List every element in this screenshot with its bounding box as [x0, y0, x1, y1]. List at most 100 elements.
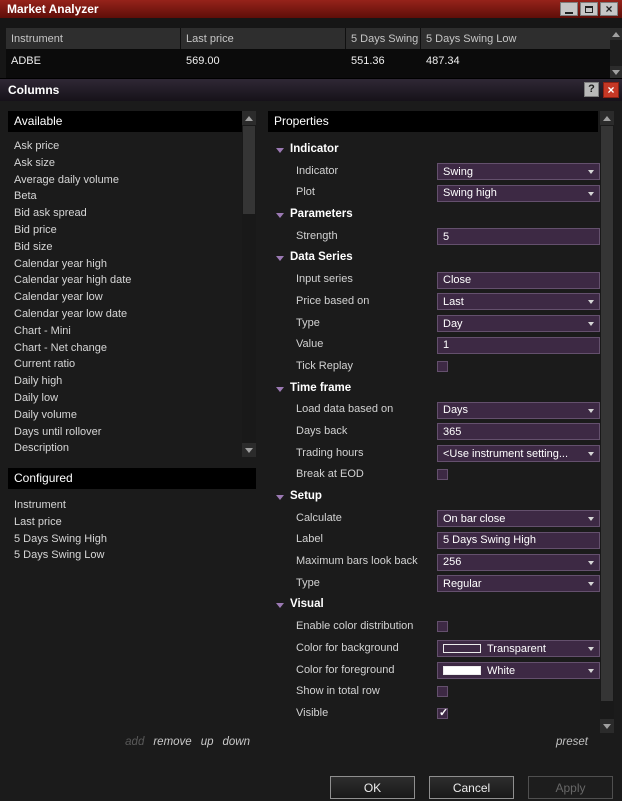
section-data-series[interactable]: Data Series	[268, 247, 598, 269]
scroll-down-button[interactable]	[600, 719, 614, 733]
section-time-frame[interactable]: Time frame	[268, 378, 598, 400]
properties-scrollbar[interactable]	[600, 111, 614, 733]
available-scrollbar[interactable]	[242, 111, 256, 457]
market-analyzer-titlebar[interactable]: Market Analyzer ×	[0, 0, 622, 18]
break-at-eod-checkbox[interactable]: ✓	[437, 469, 448, 480]
scroll-down-button[interactable]	[610, 66, 622, 78]
configured-item[interactable]: 5 Days Swing Low	[8, 547, 256, 564]
property-label: Color for foreground	[296, 660, 394, 682]
price-based-on-dropdown[interactable]: Last	[437, 293, 600, 310]
close-icon: ×	[605, 3, 612, 15]
tick-replay-checkbox[interactable]: ✓	[437, 361, 448, 372]
available-item[interactable]: Bid ask spread	[8, 205, 242, 222]
strength-input[interactable]	[437, 228, 600, 245]
remove-button[interactable]: remove	[153, 736, 191, 748]
available-item[interactable]: Ask size	[8, 155, 242, 172]
chevron-down-icon	[588, 409, 594, 413]
dropdown-value: Transparent	[487, 643, 546, 655]
enable-color-distribution-checkbox[interactable]: ✓	[437, 621, 448, 632]
table-row[interactable]: ADBE 569.00 551.36 487.34	[6, 50, 610, 72]
available-item[interactable]: Current ratio	[8, 356, 242, 373]
available-item[interactable]: Average daily volume	[8, 172, 242, 189]
input-series-input[interactable]	[437, 272, 600, 289]
available-item[interactable]: Days until rollover	[8, 424, 242, 441]
value-input[interactable]	[437, 337, 600, 354]
dropdown-value: Days	[443, 404, 468, 416]
show-in-total-row-checkbox[interactable]: ✓	[437, 686, 448, 697]
trading-hours-dropdown[interactable]: <Use instrument setting...	[437, 445, 600, 462]
property-label: Price based on	[296, 291, 369, 313]
help-button[interactable]: ?	[584, 82, 599, 97]
move-up-button[interactable]: up	[201, 736, 214, 748]
check-icon: ✓	[439, 709, 447, 718]
available-item[interactable]: Description	[8, 440, 242, 454]
load-data-based-on-dropdown[interactable]: Days	[437, 402, 600, 419]
available-item[interactable]: Calendar year low date	[8, 306, 242, 323]
dialog-close-button[interactable]: ×	[603, 82, 619, 98]
column-header-5-days-swing-high[interactable]: 5 Days Swing High	[346, 28, 421, 49]
scroll-up-button[interactable]	[242, 111, 256, 125]
calculate-dropdown[interactable]: On bar close	[437, 510, 600, 527]
available-item[interactable]: Beta	[8, 188, 242, 205]
move-down-button[interactable]: down	[223, 736, 251, 748]
minimize-button[interactable]	[560, 2, 578, 16]
table-scrollbar[interactable]	[610, 28, 622, 78]
scroll-up-button[interactable]	[600, 111, 614, 125]
restore-button[interactable]	[580, 2, 598, 16]
transparent-color-swatch	[443, 644, 481, 653]
scroll-down-icon	[603, 724, 611, 729]
indicator-dropdown[interactable]: Swing	[437, 163, 600, 180]
property-label: Strength	[296, 226, 338, 248]
available-item[interactable]: Calendar year high date	[8, 272, 242, 289]
scrollbar-thumb[interactable]	[243, 126, 255, 214]
available-item[interactable]: Bid price	[8, 222, 242, 239]
color-for-background-dropdown[interactable]: Transparent	[437, 640, 600, 657]
section-parameters[interactable]: Parameters	[268, 204, 598, 226]
available-item[interactable]: Calendar year low	[8, 289, 242, 306]
preset-link[interactable]: preset	[278, 736, 588, 748]
dropdown-value: Day	[443, 318, 463, 330]
property-label: Show in total row	[296, 681, 380, 703]
scrollbar-thumb[interactable]	[601, 126, 613, 701]
available-item[interactable]: Calendar year high	[8, 256, 242, 273]
available-item[interactable]: Chart - Mini	[8, 323, 242, 340]
property-row-load-data-based-on: Load data based on Days	[268, 399, 598, 421]
property-row-maximum-bars-look-back: Maximum bars look back 256	[268, 551, 598, 573]
dialog-titlebar[interactable]: Columns ? ×	[0, 79, 622, 101]
section-visual[interactable]: Visual	[268, 594, 598, 616]
column-header-instrument[interactable]: Instrument	[6, 28, 181, 49]
scroll-down-button[interactable]	[242, 443, 256, 457]
column-header-5-days-swing-low[interactable]: 5 Days Swing Low	[421, 28, 610, 49]
chevron-down-icon	[588, 322, 594, 326]
label-input[interactable]	[437, 532, 600, 549]
data-series-type-dropdown[interactable]: Day	[437, 315, 600, 332]
plot-dropdown[interactable]: Swing high	[437, 185, 600, 202]
configured-item[interactable]: Instrument	[8, 497, 256, 514]
add-button[interactable]: add	[125, 736, 144, 748]
available-item[interactable]: Ask price	[8, 138, 242, 155]
setup-type-dropdown[interactable]: Regular	[437, 575, 600, 592]
window-close-button[interactable]: ×	[600, 2, 618, 16]
configured-item[interactable]: Last price	[8, 514, 256, 531]
section-setup[interactable]: Setup	[268, 486, 598, 508]
available-item[interactable]: Daily high	[8, 373, 242, 390]
section-title: Data Series	[290, 247, 353, 269]
available-item[interactable]: Chart - Net change	[8, 340, 242, 357]
cancel-button[interactable]: Cancel	[429, 776, 514, 799]
property-row-series-type: Type Day	[268, 313, 598, 335]
configured-item[interactable]: 5 Days Swing High	[8, 531, 256, 548]
apply-button[interactable]: Apply	[528, 776, 613, 799]
available-item[interactable]: Daily volume	[8, 407, 242, 424]
available-item[interactable]: Bid size	[8, 239, 242, 256]
visible-checkbox[interactable]: ✓	[437, 708, 448, 719]
ok-button[interactable]: OK	[330, 776, 415, 799]
property-row-strength: Strength	[268, 226, 598, 248]
days-back-input[interactable]	[437, 423, 600, 440]
available-list: Ask price Ask size Average daily volume …	[8, 132, 242, 454]
color-for-foreground-dropdown[interactable]: White	[437, 662, 600, 679]
maximum-bars-look-back-dropdown[interactable]: 256	[437, 554, 600, 571]
column-header-last-price[interactable]: Last price	[181, 28, 346, 49]
scroll-up-button[interactable]	[610, 28, 622, 40]
section-indicator[interactable]: Indicator	[268, 139, 598, 161]
available-item[interactable]: Daily low	[8, 390, 242, 407]
